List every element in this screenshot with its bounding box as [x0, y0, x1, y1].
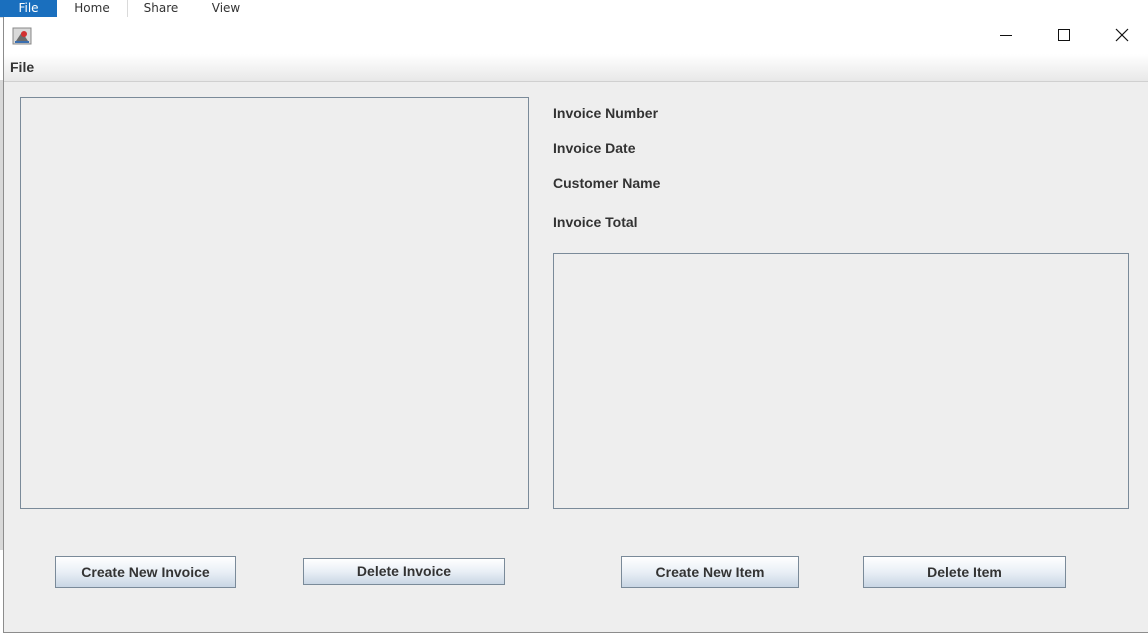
create-new-invoice-button[interactable]: Create New Invoice	[55, 556, 236, 588]
customer-name-label: Customer Name	[553, 175, 661, 191]
ribbon-tab-file[interactable]: File	[0, 0, 57, 17]
main-content: Invoice Number Invoice Date Customer Nam…	[4, 82, 1148, 633]
invoices-table[interactable]	[20, 97, 529, 509]
create-new-item-button[interactable]: Create New Item	[621, 556, 799, 588]
ribbon-tab-view[interactable]: View	[194, 0, 258, 17]
invoice-date-label: Invoice Date	[553, 140, 636, 156]
invoice-number-label: Invoice Number	[553, 105, 659, 121]
delete-item-button[interactable]: Delete Item	[863, 556, 1066, 588]
invoice-total-label: Invoice Total	[553, 214, 638, 230]
maximize-button[interactable]	[1035, 17, 1093, 54]
title-bar[interactable]	[4, 17, 1148, 54]
menu-bar: File	[4, 54, 1148, 82]
minimize-icon	[1000, 35, 1012, 36]
maximize-icon	[1058, 29, 1070, 41]
ribbon-tab-share[interactable]: Share	[128, 0, 194, 17]
app-window: File Invoice Number Invoice Date Custome…	[3, 17, 1148, 633]
delete-invoice-button[interactable]: Delete Invoice	[303, 558, 505, 585]
ribbon-tab-home[interactable]: Home	[57, 0, 128, 17]
close-button[interactable]	[1093, 17, 1148, 54]
close-icon	[1115, 28, 1129, 42]
menu-file[interactable]: File	[10, 59, 34, 75]
background-ribbon: File Home Share View	[0, 0, 1148, 18]
invoice-items-table[interactable]	[553, 253, 1129, 509]
java-app-icon	[12, 26, 32, 46]
minimize-button[interactable]	[977, 17, 1035, 54]
